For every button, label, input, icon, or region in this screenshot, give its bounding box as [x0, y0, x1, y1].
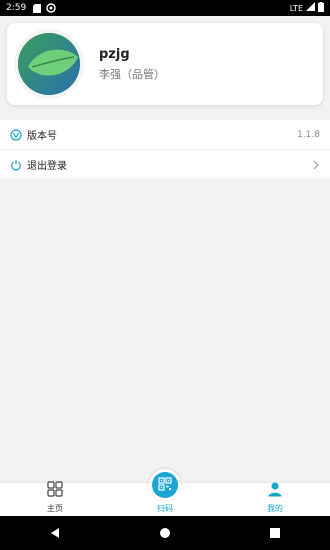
status-time: 2:59 [6, 3, 27, 13]
battery-icon [318, 1, 324, 15]
tab-scan[interactable]: 扫码 [110, 469, 220, 516]
status-bar: 2:59 LTE [0, 0, 330, 16]
settings-menu: 版本号 1.1.8 退出登录 [0, 120, 330, 180]
back-icon[interactable] [49, 524, 61, 543]
sd-card-icon [32, 3, 42, 13]
avatar [14, 29, 84, 99]
tab-mine-label: 我的 [267, 504, 283, 513]
grid-icon [47, 481, 63, 501]
chevron-right-icon [312, 155, 320, 174]
person-icon [267, 481, 283, 501]
profile-role: 李强（品管） [99, 67, 165, 81]
bottom-nav: 主页 扫码 我的 [0, 469, 330, 516]
qr-code-icon [158, 476, 172, 495]
menu-item-logout[interactable]: 退出登录 [0, 150, 330, 180]
menu-item-version[interactable]: 版本号 1.1.8 [0, 120, 330, 150]
profile-username: pzjg [99, 46, 130, 62]
home-icon[interactable] [159, 524, 171, 543]
sync-icon [46, 3, 56, 13]
tab-mine[interactable]: 我的 [220, 481, 330, 516]
tab-home-label: 主页 [47, 504, 63, 513]
leaf-logo-icon [18, 33, 80, 95]
power-icon [10, 159, 22, 171]
tab-scan-label: 扫码 [157, 504, 173, 513]
profile-card[interactable]: pzjg 李强（品管） [7, 23, 323, 105]
version-value: 1.1.8 [297, 129, 320, 140]
tab-home[interactable]: 主页 [0, 481, 110, 516]
menu-label-logout: 退出登录 [27, 161, 67, 172]
signal-icon [306, 2, 315, 14]
system-nav-bar [0, 516, 330, 550]
network-type: LTE [289, 3, 303, 13]
version-v-icon [10, 128, 22, 141]
recents-icon[interactable] [269, 524, 281, 543]
menu-label-version: 版本号 [27, 131, 57, 142]
scan-button[interactable] [149, 469, 181, 501]
